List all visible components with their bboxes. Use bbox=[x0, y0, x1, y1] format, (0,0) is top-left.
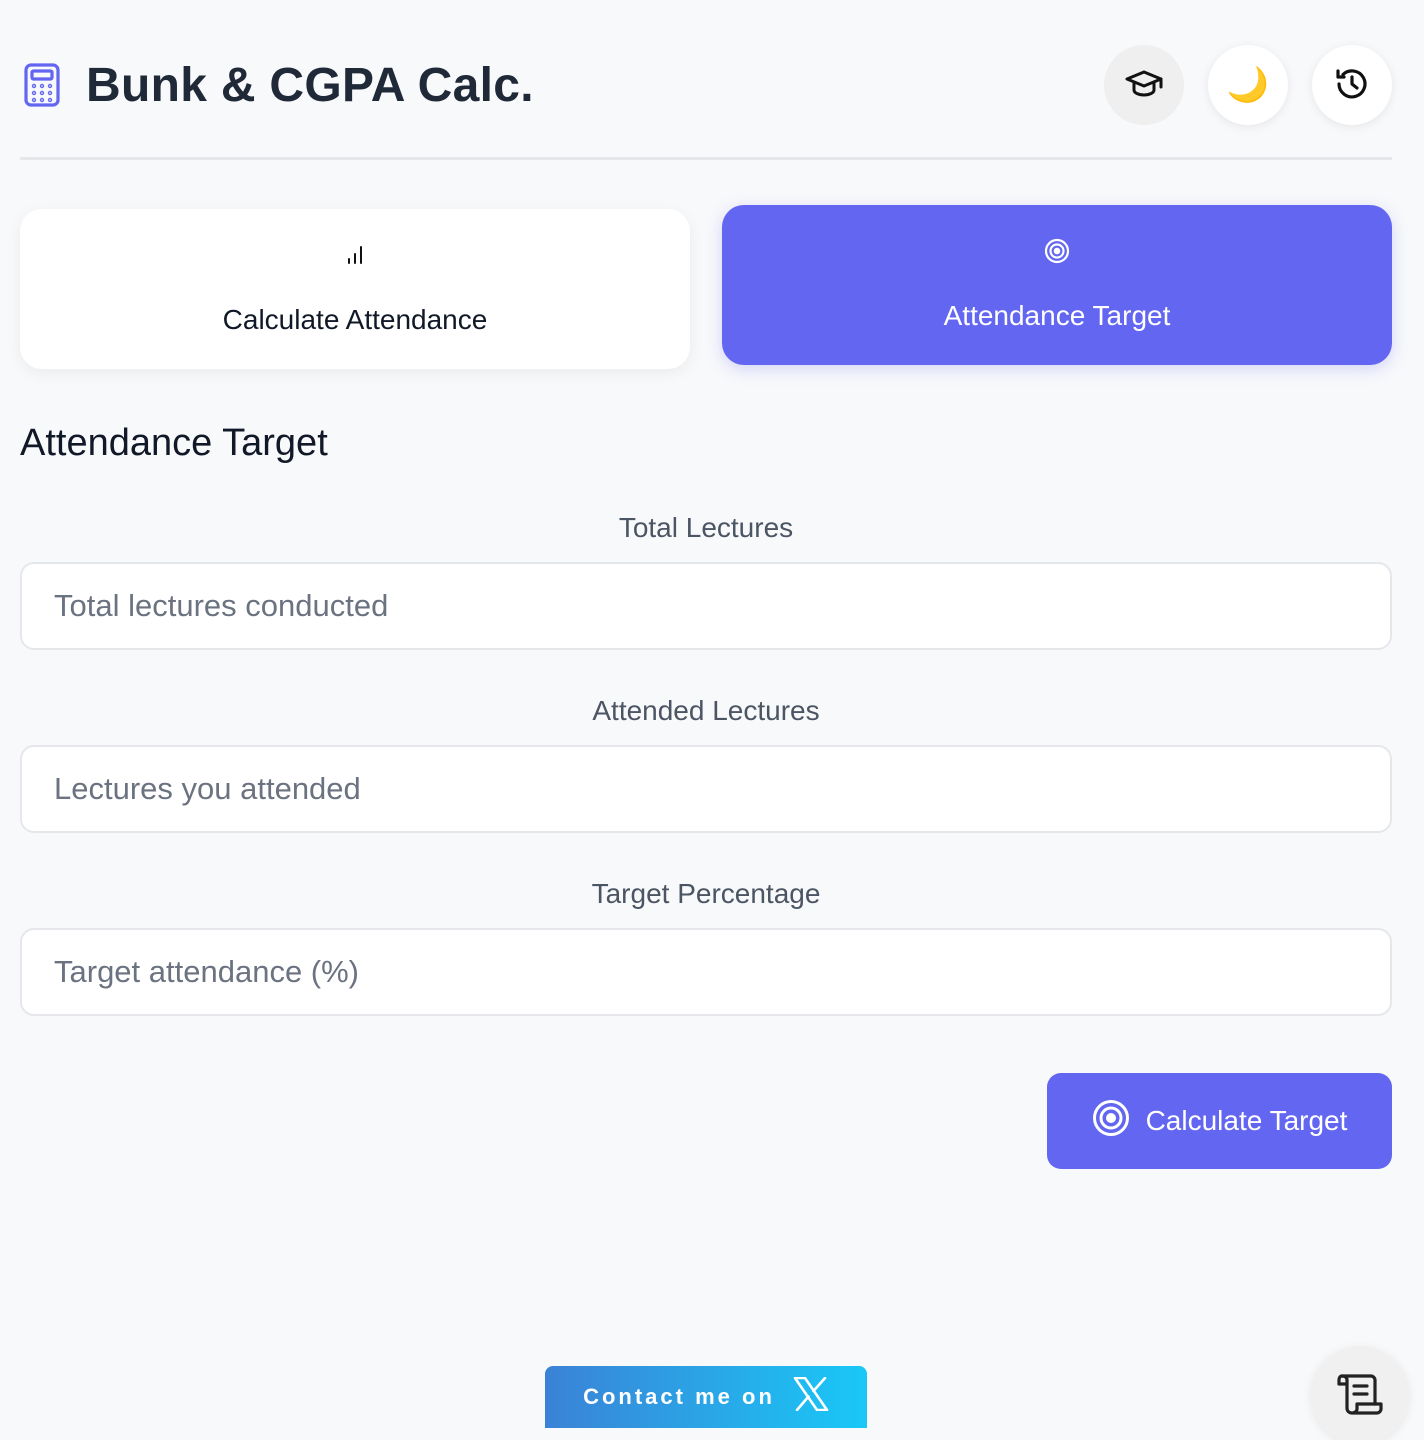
calculate-attendance-tab[interactable]: Calculate Attendance bbox=[20, 209, 690, 369]
total-lectures-label: Total Lectures bbox=[618, 512, 794, 543]
moon-icon: 🌙 bbox=[1226, 66, 1270, 104]
form-title: Attendance Target bbox=[20, 422, 328, 464]
total-lectures-input[interactable] bbox=[20, 562, 1392, 650]
calculate-attendance-label: Calculate Attendance bbox=[222, 304, 488, 335]
attended-lectures-label: Attended Lectures bbox=[592, 695, 820, 726]
header-actions: 🌙 bbox=[1104, 45, 1392, 125]
cgpa-mode-button[interactable] bbox=[1104, 45, 1184, 125]
brand: Bunk & CGPA Calc. bbox=[20, 58, 534, 113]
target-icon bbox=[1092, 1099, 1130, 1144]
graduation-cap-icon bbox=[1125, 69, 1163, 102]
attended-lectures-input[interactable] bbox=[20, 745, 1392, 833]
target-percentage-label: Target Percentage bbox=[591, 878, 821, 909]
calculate-target-button[interactable]: Calculate Target bbox=[1047, 1073, 1392, 1169]
scroll-icon bbox=[1337, 1372, 1383, 1419]
page: Bunk & CGPA Calc. 🌙 Calculate Attendance… bbox=[0, 0, 1424, 1440]
target-icon bbox=[1044, 238, 1070, 264]
app-header: Bunk & CGPA Calc. 🌙 bbox=[20, 44, 1392, 126]
theme-toggle-button[interactable]: 🌙 bbox=[1208, 45, 1288, 125]
app-title: Bunk & CGPA Calc. bbox=[86, 58, 534, 112]
attendance-target-tab[interactable]: Attendance Target bbox=[722, 205, 1392, 365]
calculator-icon bbox=[20, 61, 64, 109]
history-icon bbox=[1334, 66, 1370, 105]
history-button[interactable] bbox=[1312, 45, 1392, 125]
target-percentage-input[interactable] bbox=[20, 928, 1392, 1016]
attendance-target-label: Attendance Target bbox=[943, 300, 1171, 331]
calculate-target-label: Calculate Target bbox=[1145, 1105, 1348, 1136]
header-divider bbox=[20, 157, 1392, 160]
release-notes-button[interactable] bbox=[1311, 1346, 1409, 1440]
contact-label: Contact me on bbox=[583, 1384, 775, 1409]
contact-on-x-button[interactable]: Contact me on bbox=[545, 1366, 867, 1428]
x-logo-icon bbox=[793, 1376, 829, 1417]
bar-chart-icon bbox=[346, 242, 364, 268]
